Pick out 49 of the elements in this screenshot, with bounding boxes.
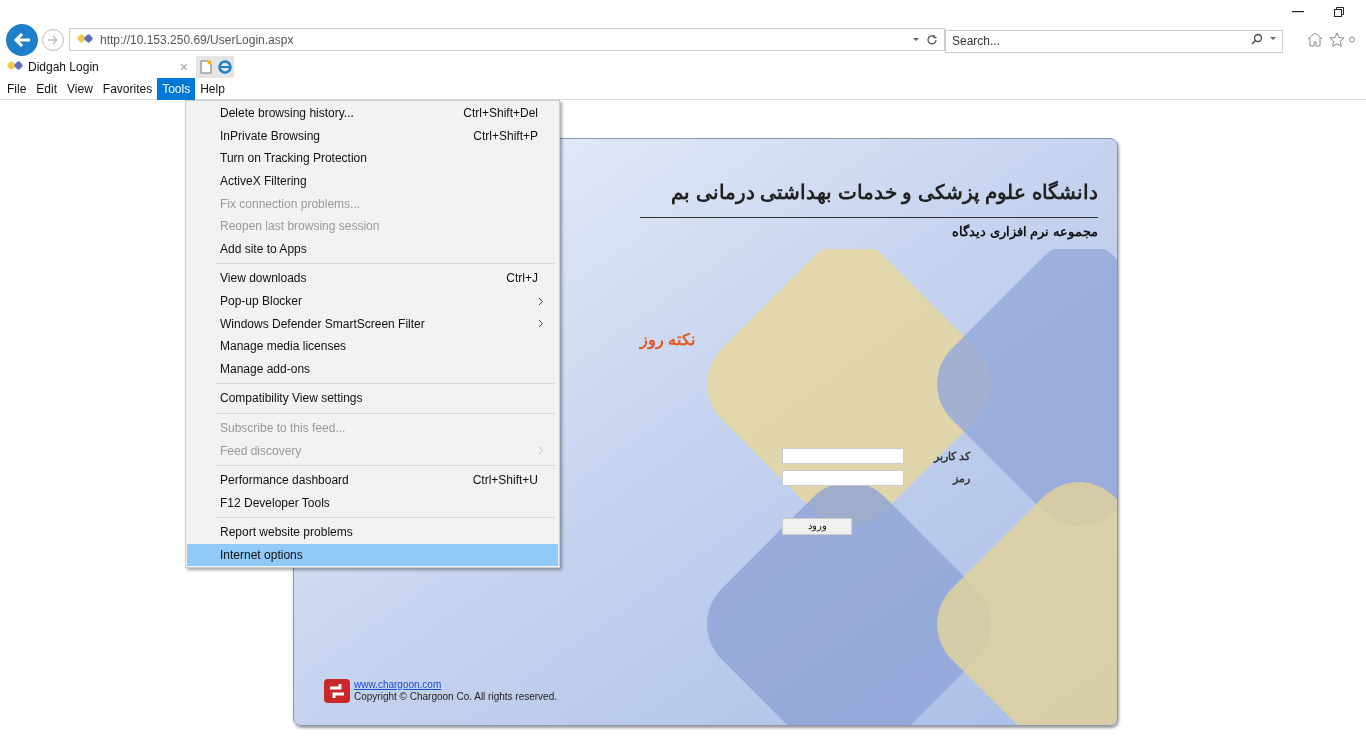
menu-item[interactable]: Favorites [97,77,158,100]
menu-option[interactable]: ActiveX Filtering [187,169,558,193]
back-button[interactable] [6,23,38,56]
login-button[interactable]: ورود [782,517,852,535]
software-subtitle: مجموعه نرم افزاری دیدگاه [952,223,1098,242]
menu-option[interactable]: Report website problems [187,521,558,544]
menu-option[interactable]: Add site to Apps [187,237,558,261]
dropdown-icon[interactable] [912,36,920,43]
search-icon[interactable] [1251,33,1263,45]
menu-option[interactable]: Internet options [187,543,558,567]
menu-option[interactable]: Compatibility View settings [187,387,558,410]
menu-option[interactable]: Performance dashboard Ctrl+Shift+U [187,468,558,492]
chevron-right-icon [538,319,544,329]
website-link[interactable]: www.chargoon.com [354,679,558,691]
menu-item[interactable]: Tools [157,77,196,100]
menu-option[interactable]: Windows Defender SmartScreen Filter [187,312,558,335]
university-title: دانشگاه علوم پزشکی و خدمات بهداشتی درمانی بم [670,179,1098,207]
arrow-right-icon [47,34,59,45]
menu-option[interactable]: F12 Developer Tools [187,491,558,515]
menu-item[interactable]: View [62,77,98,100]
menu-option[interactable]: Turn on Tracking Protection [187,147,558,170]
star-icon[interactable] [1329,32,1345,47]
address-field[interactable]: http://10.153.250.69/UserLogin.aspx [69,28,945,51]
tip-heading: نکته روز [639,329,695,352]
chevron-right-icon [538,296,544,306]
company-logo-icon [324,679,350,703]
menu-option[interactable]: Pop-up Blocker [187,289,558,313]
menu-option[interactable]: InPrivate Browsing Ctrl+Shift+P [187,124,558,148]
url-text: http://10.153.250.69/UserLogin.aspx [100,31,295,49]
minimize-icon[interactable] [1292,11,1304,13]
chevron-right-icon [538,446,544,456]
menu-option[interactable]: Delete browsing history... Ctrl+Shift+Del [187,102,558,125]
menu-option[interactable]: Manage add-ons [187,357,558,381]
field-label: رمز [951,471,970,487]
menu-item[interactable]: Help [195,77,230,100]
menu-item[interactable]: Edit [31,77,63,100]
field-label: کد کاربر [932,448,970,464]
refresh-icon[interactable] [926,33,938,46]
search-field[interactable]: Search... [945,29,1283,53]
menu-item[interactable]: File [2,77,32,100]
copyright-text: Copyright © Chargoon Co. All rights reserved. [354,691,558,703]
input-field[interactable] [782,470,904,487]
dropdown-icon[interactable] [1269,36,1277,42]
home-icon[interactable] [1307,32,1323,47]
menu-option[interactable]: Manage media licenses [187,334,558,358]
menu-option[interactable]: View downloads Ctrl+J [187,267,558,290]
restore-icon[interactable] [1334,7,1344,17]
tab-title: Didgah Login [28,59,100,76]
arrow-left-icon [13,31,31,48]
